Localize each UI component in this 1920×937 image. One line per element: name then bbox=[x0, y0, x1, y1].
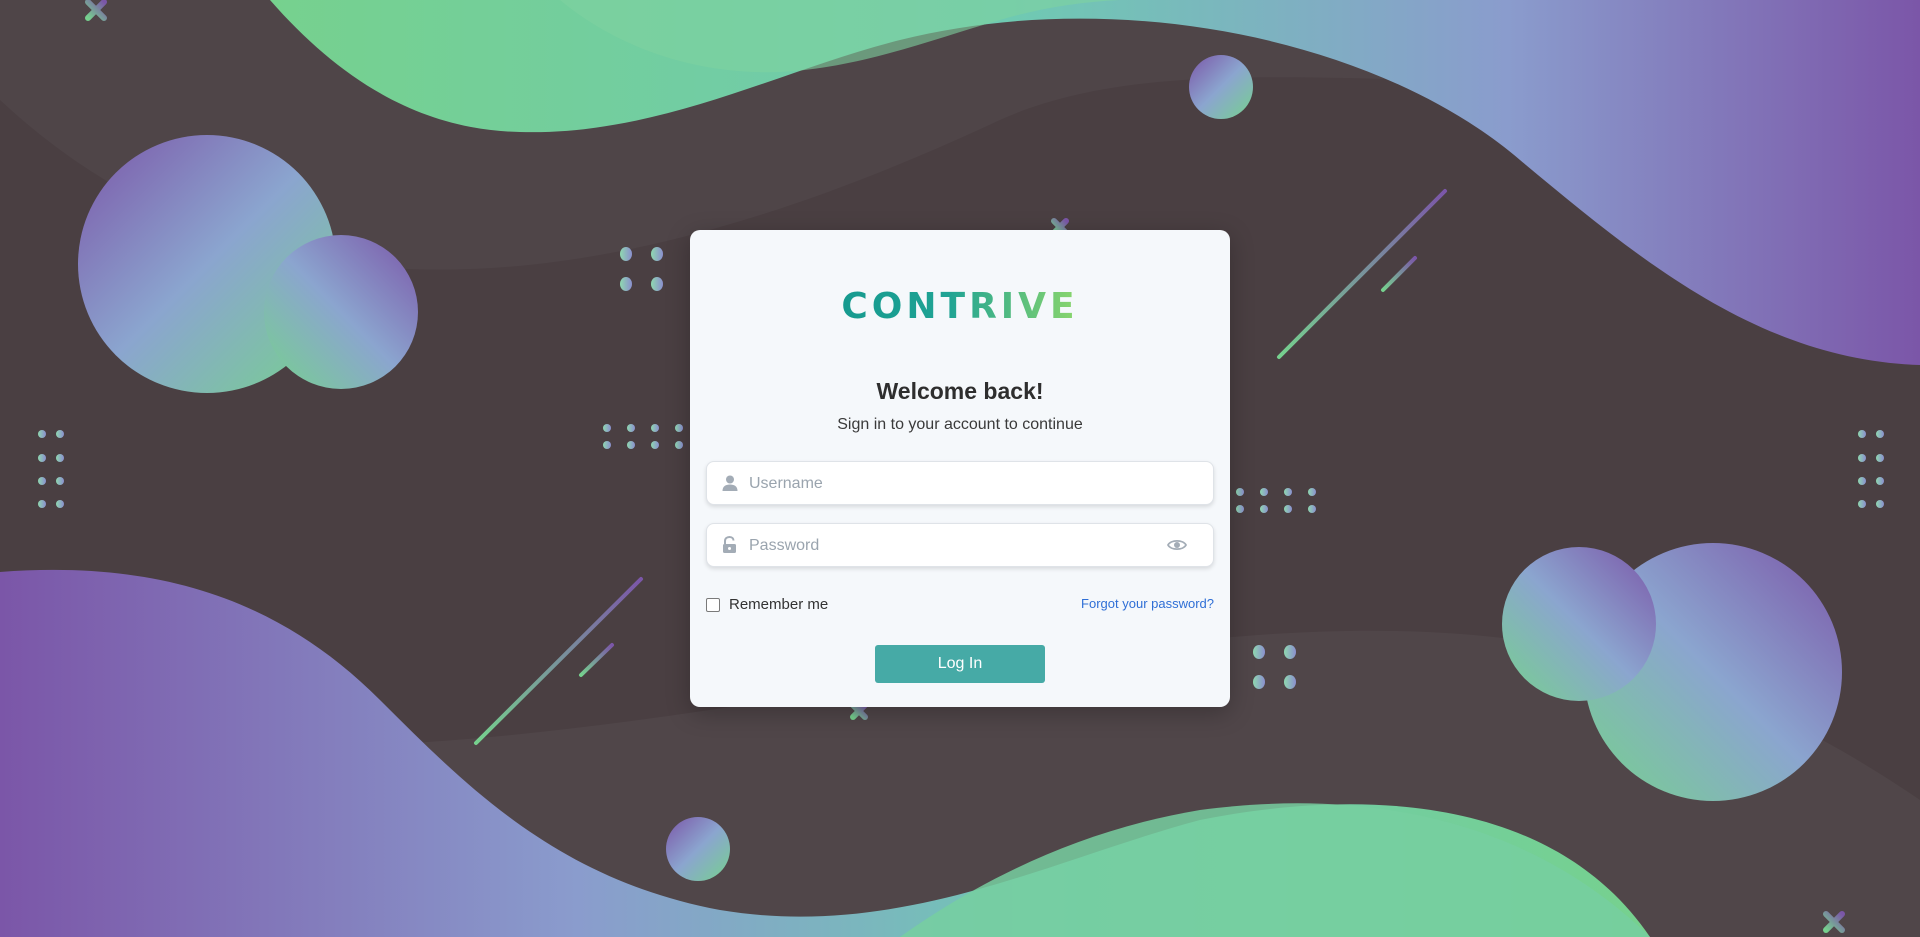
user-icon bbox=[722, 475, 738, 491]
logo: CONTRIVE bbox=[690, 286, 1230, 327]
circle-small-bottom bbox=[666, 817, 730, 881]
circle-medium-left bbox=[264, 235, 418, 389]
username-field[interactable] bbox=[706, 461, 1214, 506]
remember-checkbox[interactable] bbox=[706, 597, 720, 612]
password-input[interactable] bbox=[747, 524, 1151, 568]
dot-grid-top-left bbox=[620, 247, 663, 291]
login-button[interactable]: Log In bbox=[875, 645, 1045, 683]
dot-grid-far-right bbox=[1858, 430, 1884, 508]
eye-icon[interactable] bbox=[1167, 537, 1187, 553]
dot-grid-row-right bbox=[1236, 488, 1316, 513]
circle-small-top bbox=[1189, 55, 1253, 119]
diag-line-bottom-long bbox=[474, 577, 643, 745]
logo-text: CONTRIVE bbox=[841, 286, 1079, 327]
diag-line-top-short bbox=[1381, 256, 1417, 292]
remember-me[interactable]: Remember me bbox=[706, 596, 828, 613]
login-card: CONTRIVE Welcome back! Sign in to your a… bbox=[690, 230, 1230, 707]
circle-medium-right bbox=[1502, 547, 1656, 701]
dot-grid-far-left bbox=[38, 430, 64, 508]
diag-line-top-long bbox=[1277, 189, 1447, 359]
welcome-subtitle: Sign in to your account to continue bbox=[837, 416, 1083, 433]
remember-label: Remember me bbox=[729, 596, 829, 613]
username-input[interactable] bbox=[747, 462, 1151, 506]
welcome-title: Welcome back! bbox=[876, 378, 1044, 404]
diag-line-bottom-short bbox=[579, 643, 614, 677]
password-field[interactable] bbox=[706, 523, 1214, 568]
dot-grid-row-left bbox=[603, 424, 683, 449]
forgot-password-link[interactable]: Forgot your password? bbox=[1081, 596, 1214, 611]
unlock-icon bbox=[723, 536, 736, 553]
